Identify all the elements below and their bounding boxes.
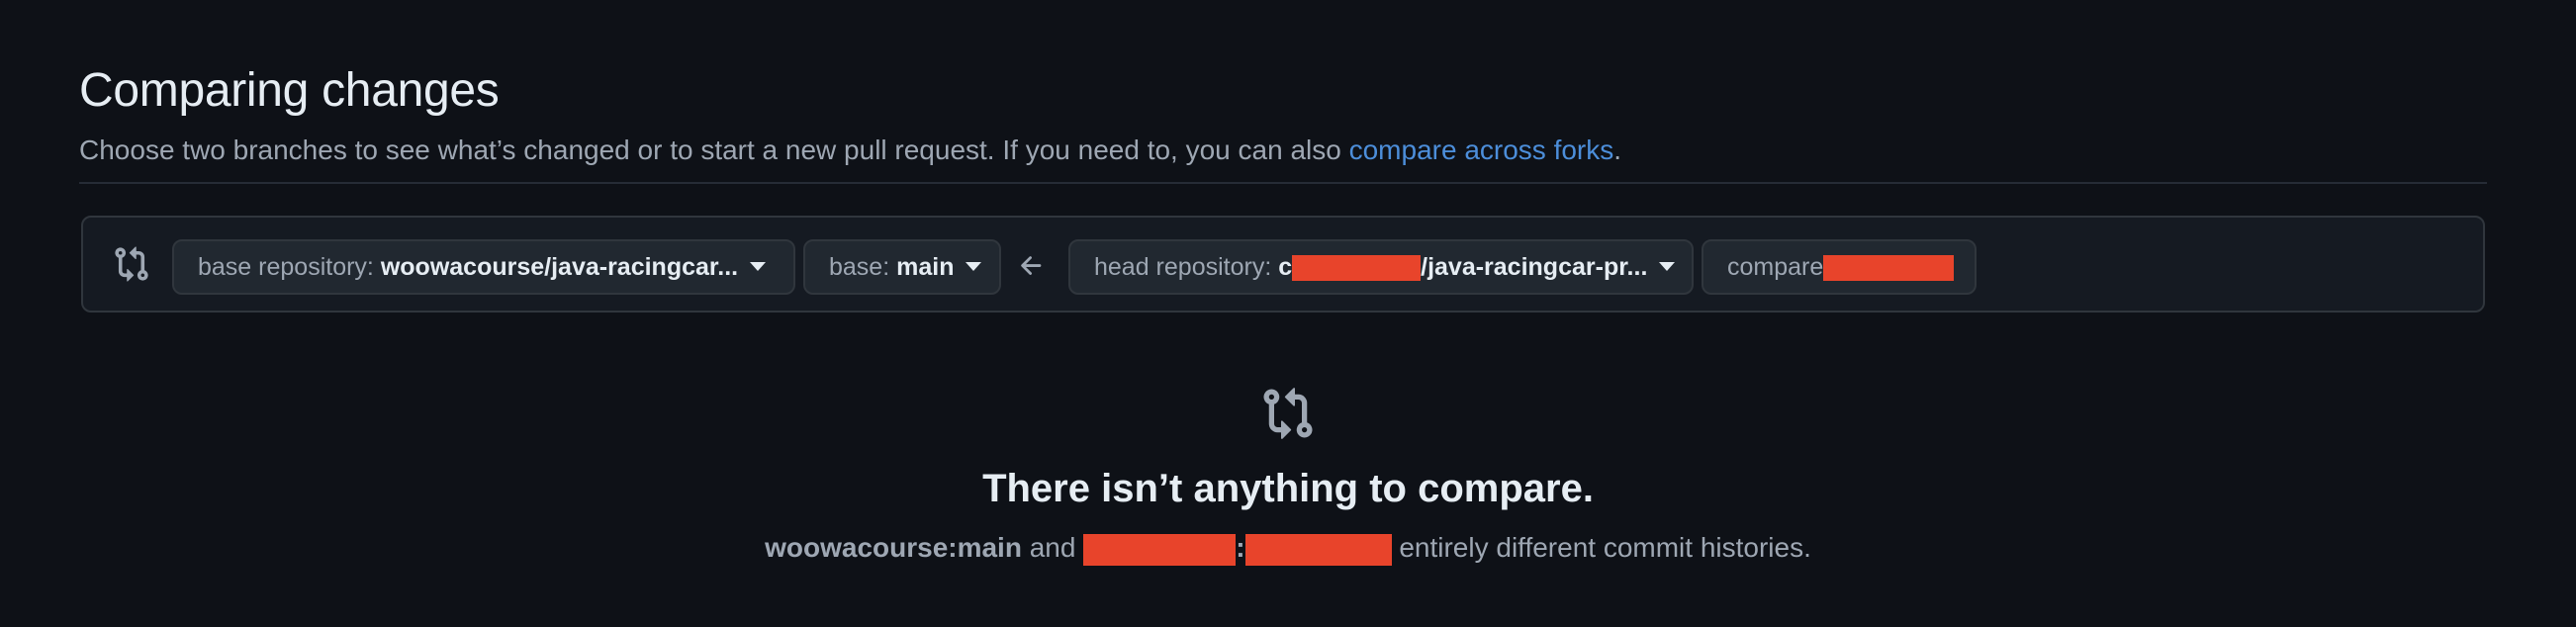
head-repository-select[interactable]: head repository: c/java-racingcar-pr... xyxy=(1068,239,1694,295)
page-header: Comparing changes Choose two branches to… xyxy=(79,59,2487,170)
base-ref: woowacourse:main xyxy=(765,532,1022,563)
subtitle-period: . xyxy=(1613,134,1622,165)
histories-text: entirely different commit histories. xyxy=(1391,532,1811,563)
base-repository-value: woowacourse/java-racingcar... xyxy=(380,253,739,281)
redacted-branch xyxy=(1823,255,1955,282)
redacted-head-owner xyxy=(1083,533,1237,566)
chevron-down-icon xyxy=(966,261,982,271)
compare-page: Comparing changes Choose two branches to… xyxy=(0,0,2576,627)
head-repository-prefix: c xyxy=(1278,253,1293,281)
base-branch-value: main xyxy=(896,253,955,281)
base-repository-select[interactable]: base repository: woowacourse/java-racing… xyxy=(172,239,795,295)
redacted-head-branch xyxy=(1244,533,1392,566)
subtitle-text: Choose two branches to see what’s change… xyxy=(79,134,1349,165)
base-repository-label: base repository: xyxy=(198,253,381,281)
base-branch-select[interactable]: base: main xyxy=(803,239,1001,295)
head-repository-value: /java-racingcar-pr... xyxy=(1421,253,1648,281)
page-subtitle: Choose two branches to see what’s change… xyxy=(79,131,2487,170)
chevron-down-icon xyxy=(750,261,767,271)
blank-slate-description: woowacourse:main and : entirely differen… xyxy=(0,528,2576,568)
arrow-left-icon xyxy=(1021,256,1042,275)
git-compare-icon xyxy=(115,246,148,282)
and-text: and xyxy=(1021,532,1084,563)
compare-branch-label: compare xyxy=(1727,253,1824,281)
compare-across-forks-link[interactable]: compare across forks xyxy=(1349,134,1614,165)
blank-slate-title: There isn’t anything to compare. xyxy=(982,467,1594,510)
git-compare-icon xyxy=(1263,388,1313,439)
range-editor: base repository: woowacourse/java-racing… xyxy=(81,216,2485,313)
ref-colon: : xyxy=(1236,532,1245,563)
chevron-down-icon xyxy=(1659,261,1676,271)
redacted-owner xyxy=(1292,255,1422,282)
compare-branch-select[interactable]: compare xyxy=(1702,239,1977,295)
head-repository-label: head repository: xyxy=(1094,253,1279,281)
page-title: Comparing changes xyxy=(79,64,500,117)
header-divider xyxy=(79,182,2487,184)
base-branch-label: base: xyxy=(829,253,897,281)
blank-slate: There isn’t anything to compare. woowaco… xyxy=(0,386,2576,568)
